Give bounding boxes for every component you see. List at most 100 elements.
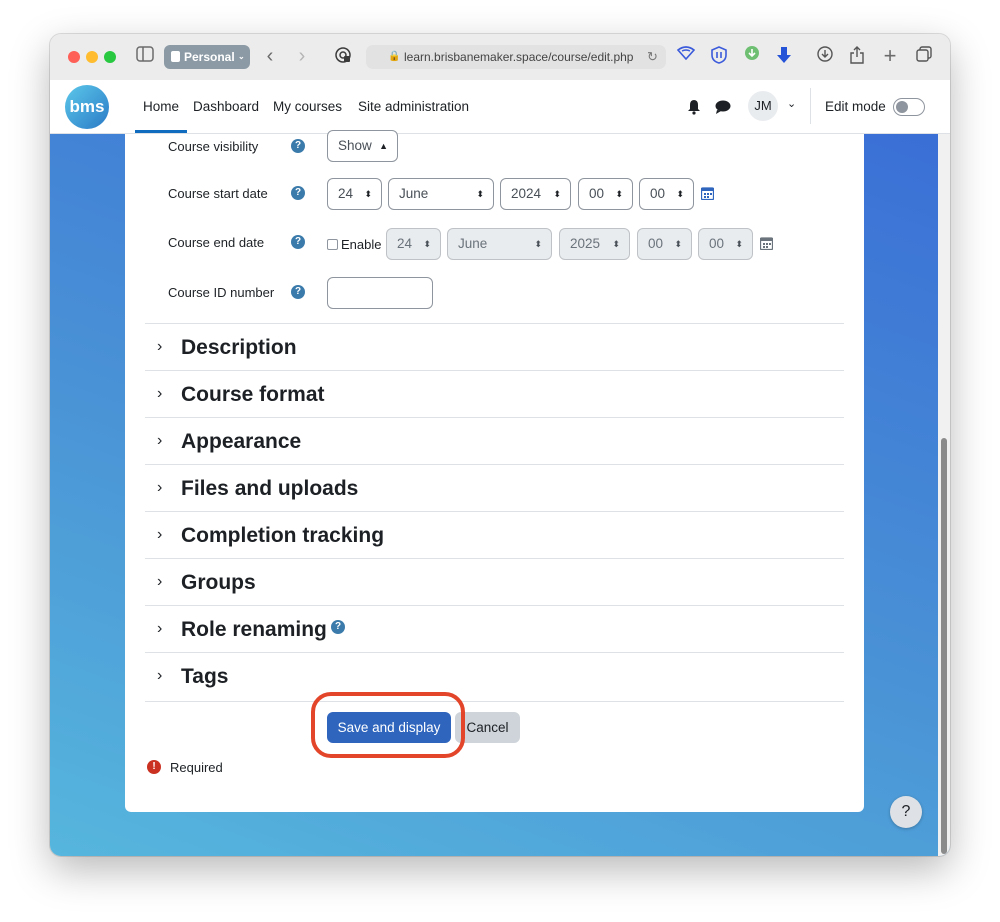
nav-active-indicator xyxy=(135,130,187,133)
nav-link-home[interactable]: Home xyxy=(143,99,179,114)
chevron-down-icon[interactable]: ⌄ xyxy=(787,97,796,110)
start-minute-select[interactable]: 00 ⬍ xyxy=(639,178,694,210)
section-title: Groups xyxy=(181,571,256,594)
chevron-right-icon: › xyxy=(157,338,163,355)
chevron-down-icon: ⌄ xyxy=(238,52,245,61)
chevron-right-icon: › xyxy=(157,620,163,637)
chevron-right-icon: › xyxy=(157,432,163,449)
course-visibility-value: Show xyxy=(338,138,372,153)
privacy-report-icon[interactable] xyxy=(334,46,352,70)
tab-overview-icon[interactable] xyxy=(914,46,934,68)
address-bar[interactable]: 🔒 learn.brisbanemaker.space/course/edit.… xyxy=(366,45,666,69)
share-icon[interactable] xyxy=(847,46,867,70)
end-month-value: June xyxy=(458,236,488,251)
select-caret-icon: ⬍ xyxy=(676,189,684,199)
section-appearance[interactable]: › Appearance xyxy=(145,417,844,465)
select-caret-icon: ⬍ xyxy=(553,189,561,199)
help-icon[interactable]: ? xyxy=(291,186,305,200)
reload-icon[interactable]: ↻ xyxy=(647,45,658,69)
chevron-right-icon: › xyxy=(157,385,163,402)
nav-link-site-administration[interactable]: Site administration xyxy=(358,99,469,114)
section-tags[interactable]: › Tags xyxy=(145,652,844,702)
course-visibility-select[interactable]: Show ▲ xyxy=(327,130,398,162)
help-icon[interactable]: ? xyxy=(291,285,305,299)
arrow-down-icon[interactable] xyxy=(774,46,794,70)
edit-mode-toggle[interactable] xyxy=(893,98,925,116)
select-caret-icon: ⬍ xyxy=(615,189,623,199)
end-minute-select[interactable]: 00 ⬍ xyxy=(698,228,753,260)
section-title: Files and uploads xyxy=(181,477,359,500)
minimize-window-button[interactable] xyxy=(86,51,98,63)
start-minute-value: 00 xyxy=(650,186,666,201)
section-title: Tags xyxy=(181,665,229,688)
forward-icon[interactable]: › xyxy=(294,46,310,66)
profile-label: Personal xyxy=(184,50,235,64)
section-files-and-uploads[interactable]: › Files and uploads xyxy=(145,464,844,512)
course-id-number-label: Course ID number xyxy=(168,285,275,300)
browser-toolbar: Personal ⌄ ‹ › 🔒 learn.brisbanemaker.spa… xyxy=(50,34,950,81)
select-caret-icon: ⬍ xyxy=(423,239,431,249)
end-day-value: 24 xyxy=(397,236,413,251)
course-id-number-input[interactable] xyxy=(327,277,433,309)
page-background: Course visibility ? Show ▲ Course start … xyxy=(50,130,950,856)
start-hour-value: 00 xyxy=(589,186,605,201)
select-caret-icon: ⬍ xyxy=(612,239,620,249)
end-date-enable-checkbox[interactable] xyxy=(327,239,338,250)
start-year-select[interactable]: 2024 ⬍ xyxy=(500,178,571,210)
select-caret-icon: ⬍ xyxy=(674,239,682,249)
profile-button[interactable]: Personal ⌄ xyxy=(164,45,250,69)
end-month-select[interactable]: June ⬍ xyxy=(447,228,552,260)
highlight-annotation xyxy=(311,692,465,758)
help-icon[interactable]: ? xyxy=(291,139,305,153)
section-description[interactable]: › Description xyxy=(145,323,844,371)
section-groups[interactable]: › Groups xyxy=(145,558,844,606)
select-caret-icon: ⬍ xyxy=(534,239,542,249)
calendar-icon[interactable] xyxy=(759,236,774,253)
scrollbar-thumb[interactable] xyxy=(941,438,947,854)
help-icon[interactable]: ? xyxy=(331,620,345,634)
new-tab-icon[interactable]: + xyxy=(880,45,900,67)
start-day-select[interactable]: 24 ⬍ xyxy=(327,178,382,210)
back-icon[interactable]: ‹ xyxy=(262,46,278,66)
sidebar-toggle-icon[interactable] xyxy=(134,46,156,68)
shield-icon[interactable] xyxy=(709,46,729,70)
section-completion-tracking[interactable]: › Completion tracking xyxy=(145,511,844,559)
help-icon[interactable]: ? xyxy=(291,235,305,249)
site-logo[interactable]: bms xyxy=(65,85,109,129)
bell-icon[interactable] xyxy=(687,99,701,120)
browser-window: Personal ⌄ ‹ › 🔒 learn.brisbanemaker.spa… xyxy=(50,34,950,856)
end-year-select[interactable]: 2025 ⬍ xyxy=(559,228,630,260)
calendar-icon[interactable] xyxy=(700,186,715,203)
user-avatar[interactable]: JM xyxy=(748,91,778,121)
start-month-select[interactable]: June ⬍ xyxy=(388,178,494,210)
chevron-right-icon: › xyxy=(157,526,163,543)
select-caret-icon: ⬍ xyxy=(735,239,743,249)
close-window-button[interactable] xyxy=(68,51,80,63)
end-day-select[interactable]: 24 ⬍ xyxy=(386,228,441,260)
end-hour-select[interactable]: 00 ⬍ xyxy=(637,228,692,260)
course-end-date-label: Course end date xyxy=(168,235,265,250)
extension-wifi-icon[interactable] xyxy=(676,46,696,66)
downloads-icon[interactable] xyxy=(815,46,835,68)
section-title: Role renaming xyxy=(181,618,327,641)
nav-link-dashboard[interactable]: Dashboard xyxy=(193,99,259,114)
end-minute-value: 00 xyxy=(709,236,725,251)
section-title: Course format xyxy=(181,383,325,406)
section-title: Completion tracking xyxy=(181,524,385,547)
select-caret-icon: ⬍ xyxy=(364,189,372,199)
download-extension-icon[interactable] xyxy=(744,46,760,66)
select-caret-icon: ▲ xyxy=(379,141,388,151)
end-year-value: 2025 xyxy=(570,236,601,251)
messages-icon[interactable] xyxy=(715,100,731,119)
start-hour-select[interactable]: 00 ⬍ xyxy=(578,178,633,210)
section-course-format[interactable]: › Course format xyxy=(145,370,844,418)
start-year-value: 2024 xyxy=(511,186,542,201)
zoom-window-button[interactable] xyxy=(104,51,116,63)
help-button[interactable]: ? xyxy=(890,796,922,828)
select-caret-icon: ⬍ xyxy=(476,189,484,199)
nav-link-my-courses[interactable]: My courses xyxy=(273,99,342,114)
chevron-right-icon: › xyxy=(157,479,163,496)
site-navbar: bms Home Dashboard My courses Site admin… xyxy=(50,80,950,134)
section-role-renaming[interactable]: › Role renaming ? xyxy=(145,605,844,653)
scrollbar[interactable] xyxy=(938,134,950,856)
